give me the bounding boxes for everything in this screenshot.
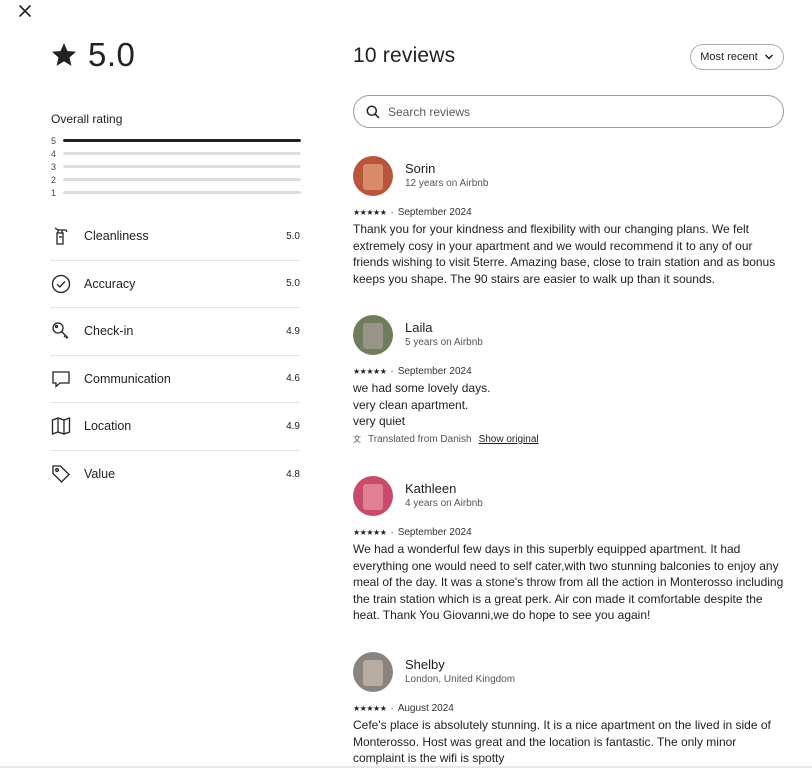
meta-separator: · <box>390 703 394 714</box>
tag-icon <box>50 463 72 485</box>
key-icon <box>50 320 72 342</box>
review-text: Cefe's place is absolutely stunning. It … <box>353 718 771 766</box>
category-label: Communication <box>84 371 171 386</box>
spray-bottle-icon <box>50 225 72 247</box>
rating-bar-track <box>63 139 301 142</box>
rating-bar-label: 4 <box>51 148 57 159</box>
rating-bar-track <box>63 152 301 155</box>
reviewer-name: Sorin <box>405 161 436 176</box>
category-accuracy: Accuracy 5.0 <box>50 261 300 308</box>
rating-distribution: 5 4 3 2 1 <box>51 134 301 199</box>
chevron-down-icon <box>764 54 773 60</box>
review-text: We had a wonderful few days in this supe… <box>353 542 784 623</box>
rating-bar-row: 4 <box>51 147 301 160</box>
meta-separator: · <box>390 366 394 377</box>
avatar <box>353 476 393 516</box>
review-stars: ★★★★★ <box>353 528 387 537</box>
map-icon <box>50 415 72 437</box>
rating-bar-row: 1 <box>51 186 301 199</box>
avatar <box>353 156 393 196</box>
category-cleanliness: Cleanliness 5.0 <box>50 213 300 261</box>
category-value: 5.0 <box>286 278 300 290</box>
rating-bar-row: 2 <box>51 173 301 186</box>
overall-rating-label: Overall rating <box>51 112 123 126</box>
svg-text:文: 文 <box>353 434 361 444</box>
category-value: 4.9 <box>286 325 300 337</box>
review-date: September 2024 <box>397 207 472 218</box>
sort-dropdown[interactable]: Most recent <box>690 44 784 70</box>
review-item: Laila 5 years on Airbnb ★★★★★ · Septembe… <box>353 314 789 445</box>
review-date: August 2024 <box>397 703 454 714</box>
review-stars: ★★★★★ <box>353 208 387 217</box>
rating-bar-label: 5 <box>51 135 57 146</box>
check-circle-icon <box>50 273 72 295</box>
reviewer-subtitle: 12 years on Airbnb <box>405 178 489 189</box>
review-stars: ★★★★★ <box>353 704 387 713</box>
category-label: Cleanliness <box>84 229 149 244</box>
category-label: Accuracy <box>84 276 136 291</box>
rating-bar-label: 3 <box>51 161 57 172</box>
translated-label: Translated from Danish <box>368 433 472 445</box>
category-ratings: Cleanliness 5.0 Accuracy 5.0 Check-in 4.… <box>50 213 300 498</box>
search-box[interactable] <box>353 95 784 128</box>
reviews-title: 10 reviews <box>353 44 456 67</box>
category-label: Value <box>84 467 116 482</box>
reviewer-name: Shelby <box>405 657 445 672</box>
rating-bar-row: 5 <box>51 134 301 147</box>
review-date: September 2024 <box>397 527 472 538</box>
category-communication: Communication 4.6 <box>50 356 300 403</box>
review-text: Thank you for your kindness and flexibil… <box>353 222 776 286</box>
review-text: we had some lovely days. very clean apar… <box>353 381 491 429</box>
category-value: Value 4.8 <box>50 451 300 499</box>
category-label: Location <box>84 419 132 434</box>
rating-bar-row: 3 <box>51 160 301 173</box>
category-label: Check-in <box>84 324 134 339</box>
search-icon <box>366 105 380 119</box>
rating-bar-label: 1 <box>51 187 57 198</box>
category-value: 4.9 <box>286 420 300 432</box>
review-item: Kathleen 4 years on Airbnb ★★★★★ · Septe… <box>353 475 789 624</box>
rating-bar-track <box>63 165 301 168</box>
sort-label: Most recent <box>700 51 758 63</box>
search-input[interactable] <box>388 104 768 119</box>
review-item: Sorin 12 years on Airbnb ★★★★★ · Septemb… <box>353 155 789 287</box>
meta-separator: · <box>390 527 394 538</box>
category-value: 4.8 <box>286 468 300 480</box>
rating-value: 5.0 <box>88 36 136 73</box>
rating-bar-track <box>63 178 301 181</box>
category-location: Location 4.9 <box>50 403 300 451</box>
reviewer-name: Laila <box>405 320 433 335</box>
message-icon <box>50 368 72 390</box>
rating-bar-track <box>63 191 301 194</box>
reviewer-subtitle: London, United Kingdom <box>405 674 516 685</box>
review-date: September 2024 <box>397 366 472 377</box>
review-item: Shelby London, United Kingdom ★★★★★ · Au… <box>353 651 789 767</box>
category-check-in: Check-in 4.9 <box>50 308 300 356</box>
reviewer-subtitle: 4 years on Airbnb <box>405 498 483 509</box>
category-value: 5.0 <box>286 230 300 242</box>
reviewer-subtitle: 5 years on Airbnb <box>405 337 483 348</box>
close-icon <box>19 5 31 17</box>
rating-bar-fill <box>63 139 301 142</box>
rating-summary: 5.0 <box>50 36 135 74</box>
translation-note: 文 Translated from Danish Show original <box>353 434 789 445</box>
show-original-link[interactable]: Show original <box>479 434 539 445</box>
meta-separator: · <box>390 207 394 218</box>
rating-bar-label: 2 <box>51 174 57 185</box>
reviewer-name: Kathleen <box>405 481 457 496</box>
avatar <box>353 652 393 692</box>
translate-icon: 文 <box>353 434 361 444</box>
review-stars: ★★★★★ <box>353 367 387 376</box>
category-value: 4.6 <box>286 373 300 385</box>
avatar <box>353 315 393 355</box>
close-button[interactable] <box>14 0 36 22</box>
star-icon <box>51 43 77 66</box>
